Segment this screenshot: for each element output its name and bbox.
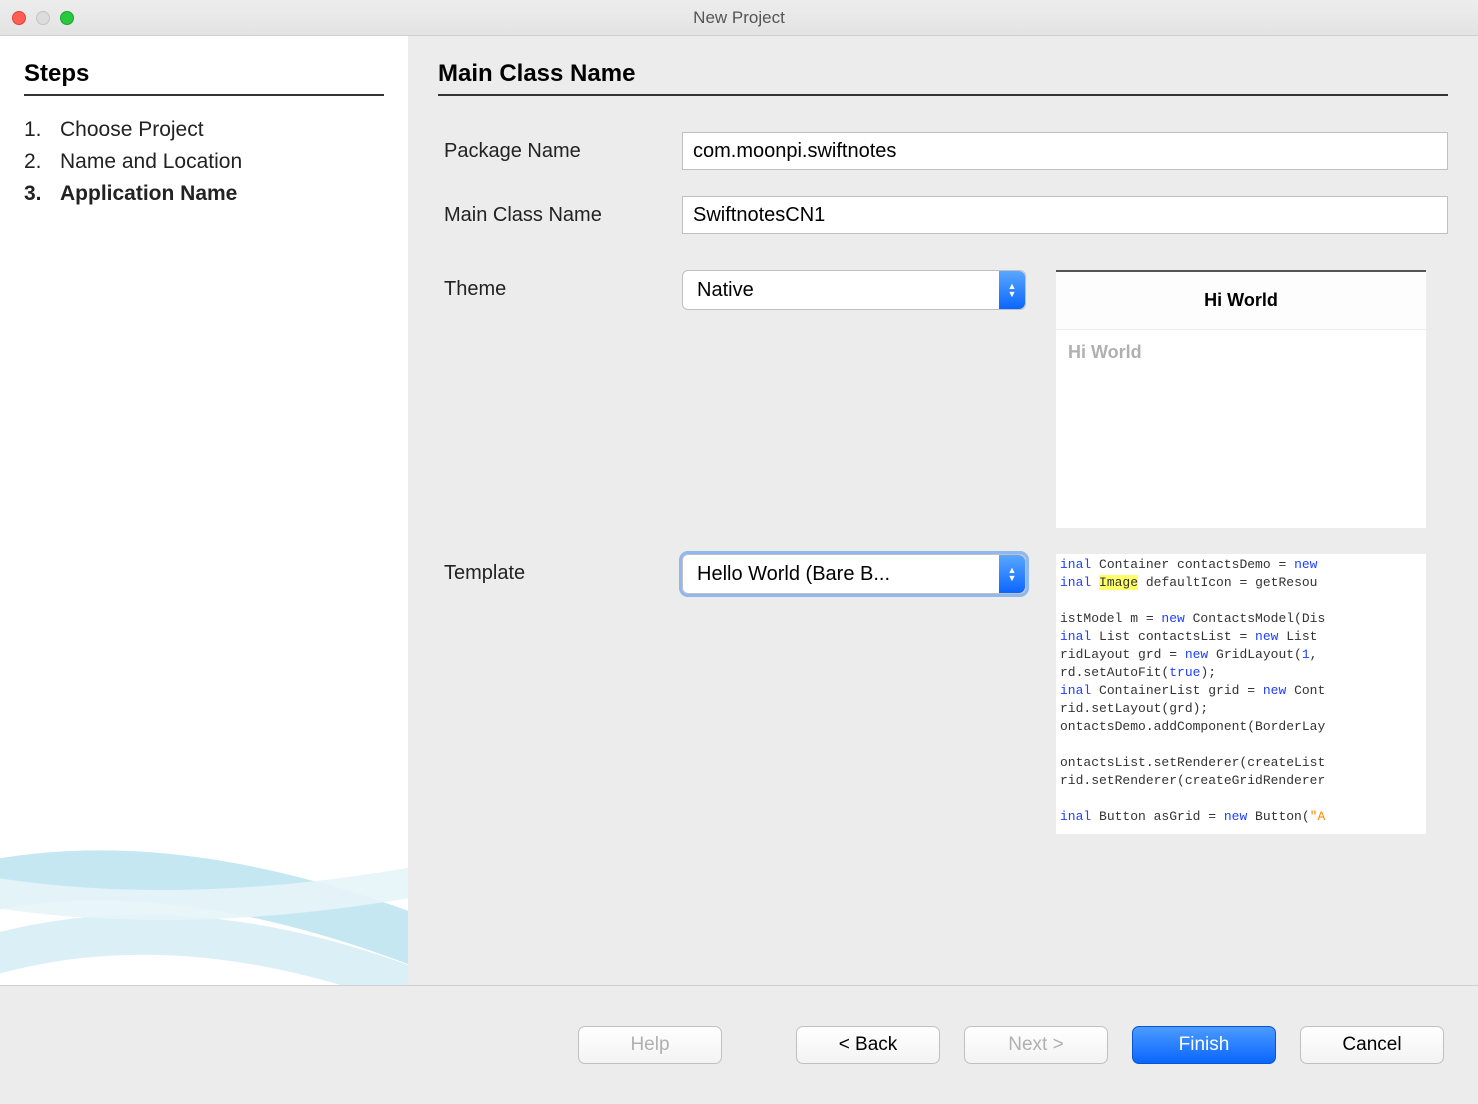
window-controls [12,11,74,25]
titlebar: New Project [0,0,1478,36]
help-button[interactable]: Help [578,1026,722,1064]
step-application-name: 3. Application Name [24,178,384,210]
step-number: 3. [24,182,46,206]
step-number: 2. [24,150,46,174]
theme-select-value: Native [697,279,754,302]
theme-preview-title: Hi World [1056,272,1426,330]
sidebar-decoration [0,745,408,985]
back-button[interactable]: < Back [796,1026,940,1064]
theme-preview-body: Hi World [1056,330,1426,375]
package-name-label: Package Name [438,140,682,163]
steps-heading: Steps [24,60,384,96]
template-select[interactable]: Hello World (Bare B... ▲▼ [682,554,1026,594]
template-label: Template [438,554,682,585]
steps-sidebar: Steps 1. Choose Project 2. Name and Loca… [0,36,408,985]
theme-label: Theme [438,270,682,301]
zoom-window-icon[interactable] [60,11,74,25]
step-label: Application Name [60,182,237,206]
updown-arrows-icon: ▲▼ [999,555,1025,593]
step-name-location: 2. Name and Location [24,146,384,178]
template-code-preview: inal Container contactsDemo = new inal I… [1056,554,1426,834]
close-window-icon[interactable] [12,11,26,25]
main-heading: Main Class Name [438,60,1448,96]
minimize-window-icon [36,11,50,25]
cancel-button[interactable]: Cancel [1300,1026,1444,1064]
next-button: Next > [964,1026,1108,1064]
updown-arrows-icon: ▲▼ [999,271,1025,309]
main-class-input[interactable] [682,196,1448,234]
finish-button[interactable]: Finish [1132,1026,1276,1064]
main-class-label: Main Class Name [438,204,682,227]
window-title: New Project [0,8,1478,28]
step-number: 1. [24,118,46,142]
theme-select[interactable]: Native ▲▼ [682,270,1026,310]
package-name-input[interactable] [682,132,1448,170]
main-panel: Main Class Name Package Name Main Class … [408,36,1478,985]
step-label: Choose Project [60,118,204,142]
theme-preview: Hi World Hi World [1056,270,1426,528]
template-select-value: Hello World (Bare B... [697,563,890,586]
dialog-footer: Help < Back Next > Finish Cancel [0,986,1478,1104]
step-choose-project: 1. Choose Project [24,114,384,146]
steps-list: 1. Choose Project 2. Name and Location 3… [24,114,384,210]
step-label: Name and Location [60,150,242,174]
